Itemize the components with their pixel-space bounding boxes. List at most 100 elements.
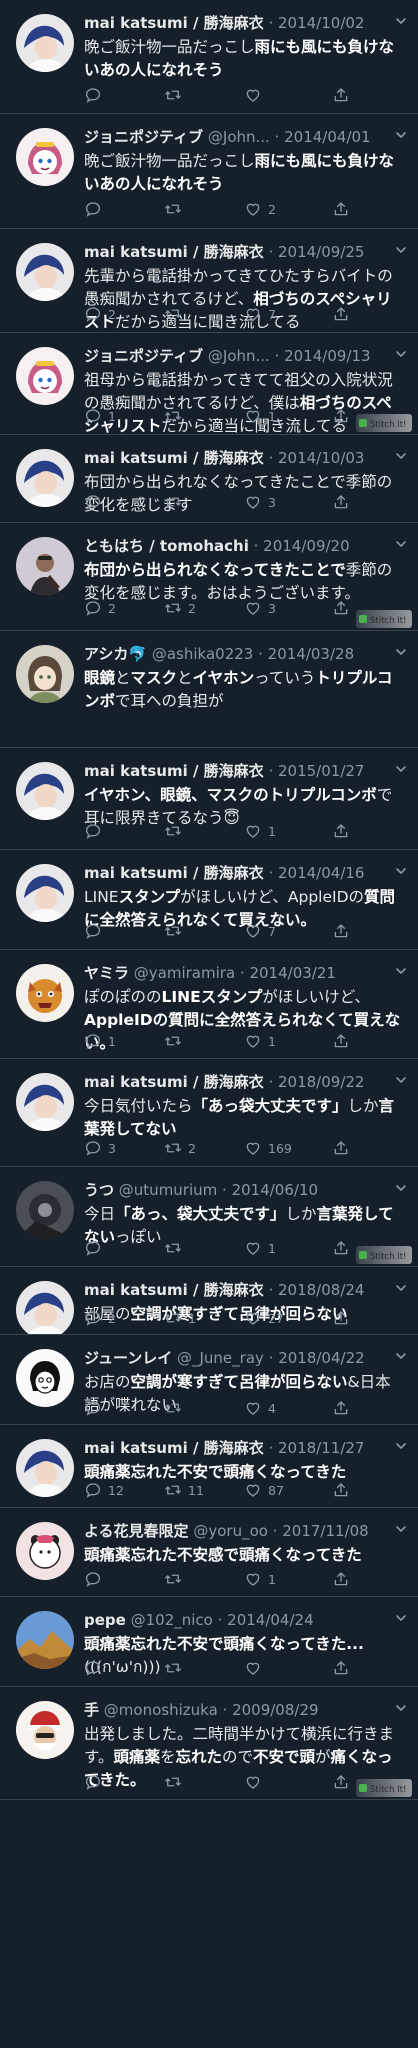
- retweet-button[interactable]: [164, 820, 182, 842]
- chevron-down-icon[interactable]: [394, 537, 408, 551]
- chevron-down-icon[interactable]: [394, 864, 408, 878]
- avatar[interactable]: [16, 762, 74, 820]
- tweet-date[interactable]: 2018/11/27: [278, 1439, 364, 1457]
- avatar[interactable]: [16, 243, 74, 301]
- avatar[interactable]: [16, 1522, 74, 1580]
- tweet-date[interactable]: 2014/10/02: [278, 14, 364, 32]
- share-button[interactable]: [332, 597, 350, 619]
- reply-button[interactable]: [84, 198, 102, 220]
- chevron-down-icon[interactable]: [394, 128, 408, 142]
- tweet-date[interactable]: 2014/10/03: [278, 449, 364, 467]
- chevron-down-icon[interactable]: [394, 1611, 408, 1625]
- reply-button[interactable]: 1: [84, 1030, 116, 1052]
- avatar[interactable]: [16, 964, 74, 1022]
- chevron-down-icon[interactable]: [394, 1181, 408, 1195]
- reply-button[interactable]: [84, 1568, 102, 1590]
- user-handle[interactable]: @102_nico: [131, 1611, 213, 1629]
- like-button[interactable]: 4: [244, 1397, 276, 1419]
- share-button[interactable]: [332, 1030, 350, 1052]
- avatar[interactable]: [16, 1181, 74, 1239]
- retweet-button[interactable]: [164, 1030, 182, 1052]
- tweet[interactable]: mai katsumi / 勝海麻衣 · 2018/08/24 部屋の空調が寒すぎ…: [0, 1267, 418, 1335]
- retweet-button[interactable]: [164, 920, 182, 942]
- user-handle[interactable]: @yoru_oo: [193, 1522, 268, 1540]
- like-button[interactable]: 3: [244, 491, 276, 513]
- retweet-button[interactable]: [164, 491, 182, 513]
- display-name[interactable]: mai katsumi / 勝海麻衣: [84, 1439, 264, 1457]
- reply-button[interactable]: 12: [84, 1479, 124, 1501]
- tweet-date[interactable]: 2014/09/20: [263, 537, 349, 555]
- chevron-down-icon[interactable]: [394, 964, 408, 978]
- user-handle[interactable]: @John...: [208, 347, 270, 365]
- retweet-button[interactable]: 2: [164, 597, 196, 619]
- user-handle[interactable]: @yamiramira: [134, 964, 235, 982]
- display-name[interactable]: 手: [84, 1701, 99, 1719]
- chevron-down-icon[interactable]: [394, 1349, 408, 1363]
- tweet[interactable]: mai katsumi / 勝海麻衣 · 2018/09/22 今日気付いたら「あ…: [0, 1059, 418, 1167]
- like-button[interactable]: 7: [244, 920, 276, 942]
- like-button[interactable]: 1: [244, 405, 276, 427]
- tweet[interactable]: アシカ🐬 @ashika0223 · 2014/03/28 眼鏡とマスクとイヤホン…: [0, 631, 418, 748]
- like-button[interactable]: 3: [244, 597, 276, 619]
- display-name[interactable]: mai katsumi / 勝海麻衣: [84, 864, 264, 882]
- chevron-down-icon[interactable]: [394, 347, 408, 361]
- retweet-button[interactable]: [164, 303, 182, 325]
- tweet-date[interactable]: 2014/04/24: [227, 1611, 313, 1629]
- like-button[interactable]: 1: [244, 1237, 276, 1259]
- avatar[interactable]: [16, 1281, 74, 1334]
- reply-button[interactable]: 2: [84, 597, 116, 619]
- chevron-down-icon[interactable]: [394, 1522, 408, 1536]
- chevron-down-icon[interactable]: [394, 1701, 408, 1715]
- like-button[interactable]: 169: [244, 1137, 292, 1159]
- user-handle[interactable]: @utumurium: [119, 1181, 217, 1199]
- tweet-date[interactable]: 2018/09/22: [278, 1073, 364, 1091]
- chevron-down-icon[interactable]: [394, 243, 408, 257]
- share-button[interactable]: [332, 1237, 350, 1259]
- share-button[interactable]: [332, 1568, 350, 1590]
- tweet[interactable]: mai katsumi / 勝海麻衣 · 2014/10/02 晩ご飯汁物一品だっ…: [0, 0, 418, 114]
- tweet[interactable]: mai katsumi / 勝海麻衣 · 2014/04/16 LINEスタンプが…: [0, 850, 418, 950]
- like-button[interactable]: 2: [244, 198, 276, 220]
- chevron-down-icon[interactable]: [394, 645, 408, 659]
- display-name[interactable]: アシカ🐬: [84, 645, 147, 663]
- retweet-button[interactable]: [164, 1237, 182, 1259]
- avatar[interactable]: [16, 1701, 74, 1759]
- reply-button[interactable]: [84, 1237, 102, 1259]
- avatar[interactable]: [16, 537, 74, 595]
- retweet-button[interactable]: 2: [164, 1137, 196, 1159]
- share-button[interactable]: [332, 303, 350, 325]
- chevron-down-icon[interactable]: [394, 762, 408, 776]
- tweet[interactable]: ジョニポジティブ @John... · 2014/04/01 晩ご飯汁物一品だっこ…: [0, 114, 418, 229]
- reply-button[interactable]: [84, 1397, 102, 1419]
- like-button[interactable]: 87: [244, 1479, 284, 1501]
- display-name[interactable]: ジューンレイ: [84, 1349, 172, 1367]
- retweet-button[interactable]: [164, 1568, 182, 1590]
- avatar[interactable]: [16, 645, 74, 703]
- avatar[interactable]: [16, 864, 74, 922]
- reply-button[interactable]: [84, 920, 102, 942]
- reply-button[interactable]: [84, 820, 102, 842]
- user-handle[interactable]: @_June_ray: [177, 1349, 264, 1367]
- tweet[interactable]: ジョニポジティブ @John... · 2014/09/13 祖母から電話掛かって…: [0, 333, 418, 435]
- display-name[interactable]: mai katsumi / 勝海麻衣: [84, 243, 264, 261]
- tweet[interactable]: ともはち / tomohachi · 2014/09/20 布団から出られなくなっ…: [0, 523, 418, 631]
- tweet[interactable]: うつ @utumurium · 2014/06/10 今日「あっ、袋大丈夫です」し…: [0, 1167, 418, 1267]
- share-button[interactable]: [332, 405, 350, 427]
- share-button[interactable]: [332, 1397, 350, 1419]
- reply-button[interactable]: [84, 1771, 102, 1793]
- retweet-button[interactable]: [164, 1771, 182, 1793]
- display-name[interactable]: pepe: [84, 1611, 126, 1629]
- tweet[interactable]: mai katsumi / 勝海麻衣 · 2014/09/25 先輩から電話掛かっ…: [0, 229, 418, 333]
- share-button[interactable]: [332, 84, 350, 106]
- like-button[interactable]: 1: [244, 1568, 276, 1590]
- tweet-date[interactable]: 2018/04/22: [278, 1349, 364, 1367]
- tweet-date[interactable]: 2014/04/01: [284, 128, 370, 146]
- retweet-button[interactable]: 11: [164, 1479, 204, 1501]
- share-button[interactable]: [332, 198, 350, 220]
- reply-button[interactable]: 3: [84, 1137, 116, 1159]
- display-name[interactable]: ともはち / tomohachi: [84, 537, 249, 555]
- display-name[interactable]: mai katsumi / 勝海麻衣: [84, 14, 264, 32]
- tweet-date[interactable]: 2009/08/29: [232, 1701, 318, 1719]
- user-handle[interactable]: @monoshizuka: [104, 1701, 218, 1719]
- share-button[interactable]: [332, 820, 350, 842]
